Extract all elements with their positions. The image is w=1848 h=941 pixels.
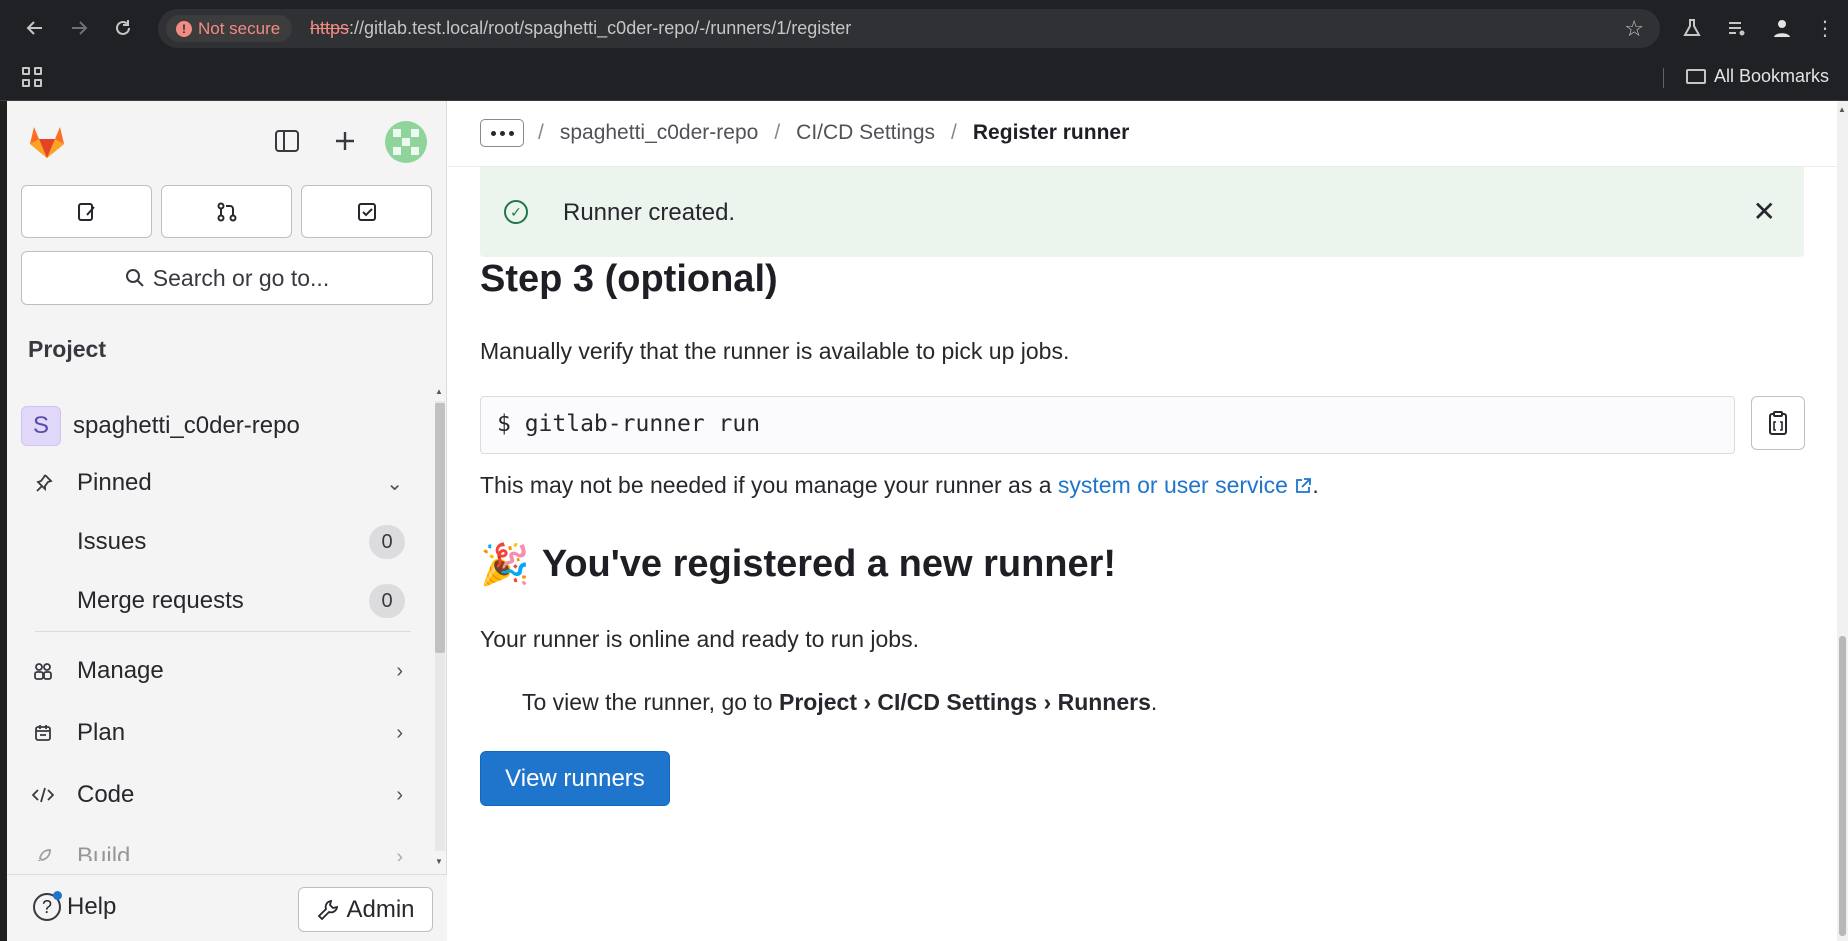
folder-icon (1686, 69, 1706, 84)
breadcrumb-item-project[interactable]: spaghetti_c0der-repo (560, 121, 758, 145)
top-bar: / spaghetti_c0der-repo / CI/CD Settings … (448, 101, 1837, 167)
service-note: This may not be needed if you manage you… (480, 472, 1319, 498)
sidebar-nav: S spaghetti_c0der-repo Pinned ⌄ Issues 0… (7, 381, 427, 861)
sidebar-item-project[interactable]: S spaghetti_c0der-repo (21, 400, 421, 452)
not-secure-icon: ! (176, 20, 192, 37)
search-button[interactable]: Search or go to... (21, 251, 433, 305)
step3-description: Manually verify that the runner is avail… (480, 338, 1070, 364)
forward-icon[interactable] (64, 13, 94, 43)
code-icon (21, 785, 65, 805)
wrench-icon (318, 899, 339, 920)
gitlab-logo-icon[interactable] (27, 121, 67, 161)
sidebar-item-pinned[interactable]: Pinned ⌄ (21, 457, 421, 509)
sidebar-section-title: Project (28, 336, 106, 362)
merge-request-icon (217, 202, 236, 221)
sidebar-item-build[interactable]: Build › (21, 831, 421, 861)
copy-command-button[interactable] (1751, 396, 1805, 450)
pin-icon (21, 473, 65, 493)
bookmarks-separator (1663, 68, 1664, 88)
issues-icon (77, 202, 95, 221)
sidebar-item-plan[interactable]: Plan › (21, 707, 421, 759)
page-scrollbar[interactable]: ▲ (1837, 101, 1848, 941)
help-button[interactable]: ? Help (33, 891, 116, 921)
registered-heading: 🎉 You've registered a new runner! (480, 543, 1117, 587)
help-question-icon: ? (33, 891, 62, 921)
sidebar-scrollbar[interactable]: ▲ ▼ (431, 381, 445, 871)
main-content: / spaghetti_c0der-repo / CI/CD Settings … (448, 101, 1837, 941)
todo-list-button[interactable] (301, 185, 432, 238)
menu-kebab-icon[interactable]: ⋮ (1810, 13, 1840, 43)
admin-button[interactable]: Admin (298, 887, 433, 932)
breadcrumb-item-cicd-settings[interactable]: CI/CD Settings (796, 121, 935, 145)
sidebar-item-code[interactable]: Code › (21, 769, 421, 821)
project-avatar: S (21, 406, 61, 446)
project-name: spaghetti_c0der-repo (73, 412, 300, 439)
search-placeholder: Search or go to... (152, 264, 330, 291)
check-circle-icon: ✓ (504, 200, 528, 224)
sidebar-item-issues[interactable]: Issues 0 (21, 516, 421, 568)
todo-check-icon (357, 202, 376, 221)
view-runner-instructions: To view the runner, go to Project › CI/C… (522, 689, 1158, 715)
apps-grid-icon[interactable] (22, 67, 44, 89)
success-alert: ✓ Runner created. ✕ (480, 167, 1804, 257)
reload-icon[interactable] (108, 13, 138, 43)
media-queue-icon[interactable] (1722, 13, 1752, 43)
merge-requests-button[interactable] (161, 185, 292, 238)
sidebar-footer: ? Help Admin (7, 874, 447, 941)
planning-calendar-icon (21, 723, 65, 743)
online-text: Your runner is online and ready to run j… (480, 626, 919, 652)
issues-count-badge: 0 (369, 525, 405, 559)
url-text[interactable]: https://gitlab.test.local/root/spaghetti… (310, 18, 851, 39)
external-link-icon (1288, 472, 1312, 498)
runners-path: Project › CI/CD Settings › Runners (779, 689, 1151, 715)
browser-toolbar: ! Not secure https://gitlab.test.local/r… (0, 0, 1848, 57)
gitlab-page: Search or go to... Project S spaghetti_c… (7, 101, 1837, 941)
copy-clipboard-icon (1769, 411, 1787, 435)
party-popper-emoji: 🎉 (480, 543, 530, 587)
close-icon[interactable]: ✕ (1753, 195, 1776, 228)
create-new-plus-icon[interactable] (327, 123, 363, 159)
breadcrumb: / spaghetti_c0der-repo / CI/CD Settings … (538, 121, 1130, 145)
sidebar-divider (35, 631, 411, 632)
address-bar[interactable]: ! Not secure https://gitlab.test.local/r… (158, 9, 1660, 48)
chevron-right-icon: › (396, 659, 403, 682)
sidebar-item-merge-requests[interactable]: Merge requests 0 (21, 575, 421, 627)
sidebar: Search or go to... Project S spaghetti_c… (7, 101, 447, 941)
alert-message: Runner created. (563, 199, 736, 226)
security-label: Not secure (198, 18, 281, 38)
chevron-right-icon: › (396, 721, 403, 744)
command-code-block: $ gitlab-runner run (480, 396, 1735, 454)
security-chip[interactable]: ! Not secure (166, 15, 293, 42)
user-avatar[interactable] (385, 121, 427, 163)
labs-flask-icon[interactable] (1677, 13, 1707, 43)
assigned-issues-button[interactable] (21, 185, 152, 238)
breadcrumb-more-button[interactable] (480, 119, 524, 147)
step3-heading: Step 3 (optional) (480, 258, 778, 300)
bookmark-star-icon[interactable]: ☆ (1624, 16, 1644, 42)
bookmarks-bar: All Bookmarks (0, 57, 1848, 101)
all-bookmarks-button[interactable]: All Bookmarks (1686, 66, 1829, 87)
merge-requests-count-badge: 0 (369, 584, 405, 618)
back-icon[interactable] (20, 13, 50, 43)
search-icon (125, 269, 144, 287)
chevron-right-icon: › (396, 845, 403, 862)
view-runners-button[interactable]: View runners (480, 751, 670, 806)
system-service-link[interactable]: system or user service (1058, 472, 1288, 498)
sidebar-toggle-icon[interactable] (269, 123, 305, 159)
profile-icon[interactable] (1767, 13, 1797, 43)
users-icon (21, 660, 65, 682)
breadcrumb-item-current[interactable]: Register runner (973, 121, 1129, 145)
chevron-right-icon: › (396, 783, 403, 806)
chevron-down-icon: ⌄ (386, 472, 403, 495)
sidebar-item-manage[interactable]: Manage › (21, 645, 421, 697)
rocket-icon (21, 847, 65, 861)
